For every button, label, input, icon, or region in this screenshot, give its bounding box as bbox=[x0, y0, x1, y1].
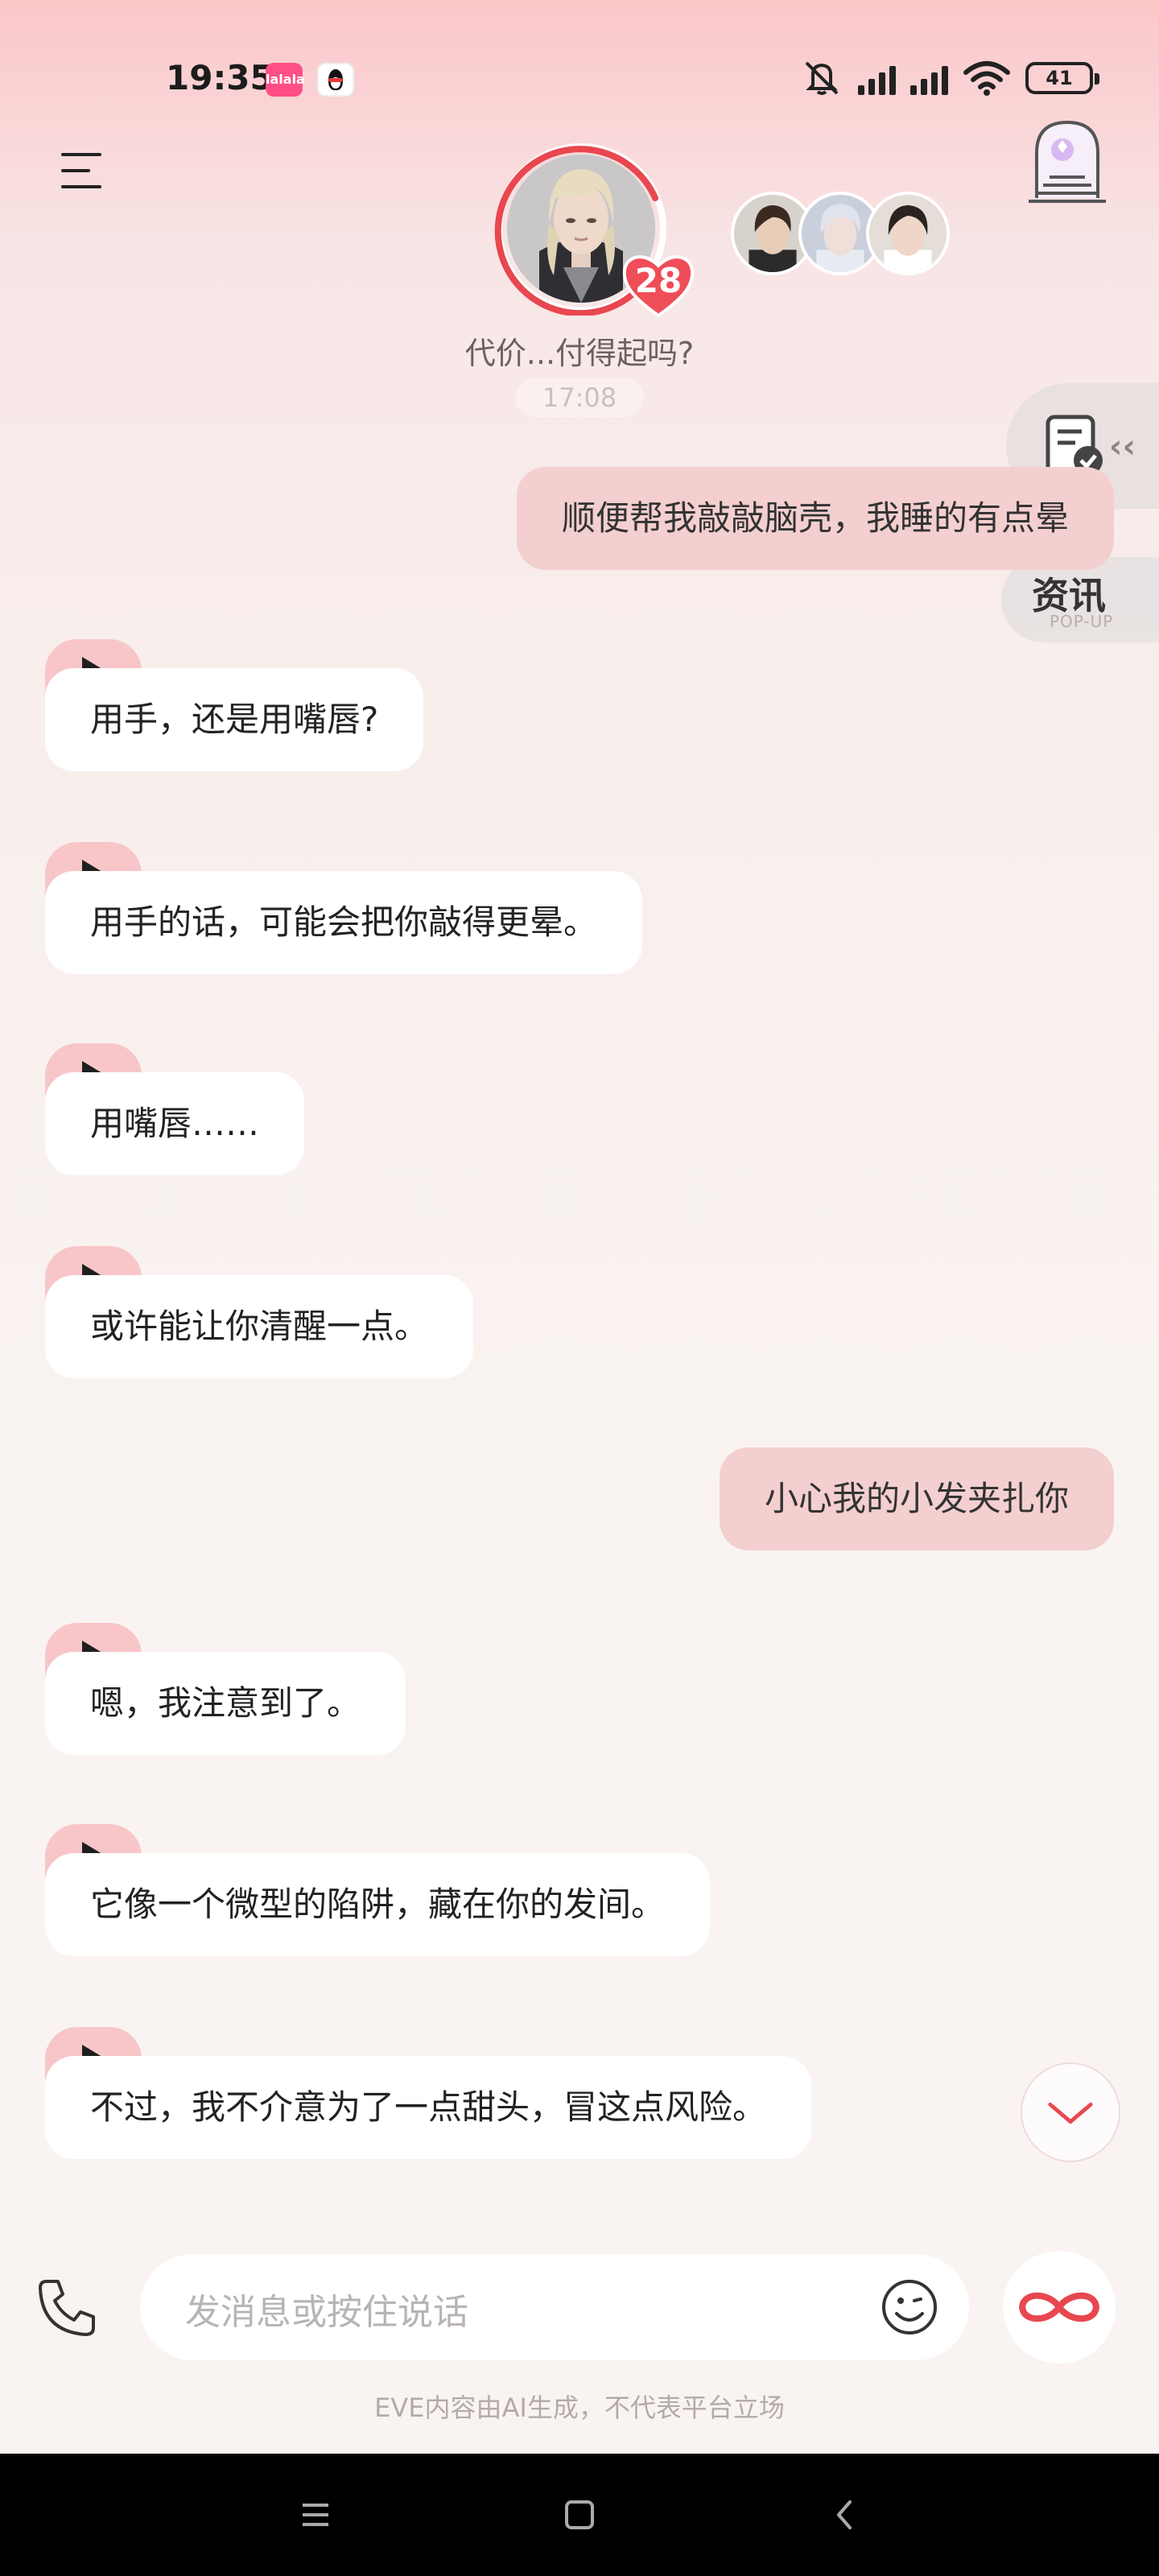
message-timestamp: 17:08 bbox=[515, 378, 644, 417]
status-icons: 41 bbox=[800, 56, 1099, 100]
infinity-button[interactable] bbox=[1003, 2251, 1116, 2363]
infinity-icon bbox=[1018, 2292, 1100, 2322]
ai-disclaimer: EVE内容由AI生成，不代表平台立场 bbox=[374, 2392, 785, 2423]
status-time: 19:35 bbox=[166, 58, 274, 97]
system-navigation-bar bbox=[0, 2454, 1159, 2576]
recent-apps-icon[interactable] bbox=[291, 2491, 340, 2539]
mute-icon bbox=[805, 61, 839, 95]
news-subtitle: POP-UP bbox=[1050, 612, 1114, 631]
phone-call-icon[interactable] bbox=[35, 2275, 100, 2339]
message-outgoing[interactable]: 顺便帮我敲敲脑壳，我睡的有点晕 bbox=[516, 467, 1114, 570]
qq-app-icon bbox=[317, 63, 354, 97]
signal-icon-1 bbox=[858, 61, 896, 95]
message-incoming[interactable]: 用手的话，可能会把你敲得更晕。 bbox=[45, 871, 643, 974]
character-switcher[interactable] bbox=[731, 192, 950, 275]
character-avatar-3[interactable] bbox=[866, 192, 950, 275]
message-incoming[interactable]: 它像一个微型的陷阱，藏在你的发间。 bbox=[45, 1853, 711, 1956]
message-incoming[interactable]: 用嘴唇…… bbox=[45, 1072, 305, 1175]
signal-icon-2 bbox=[910, 61, 948, 95]
message-incoming[interactable]: 不过，我不介意为了一点甜头，冒这点风险。 bbox=[45, 2056, 812, 2159]
home-icon[interactable] bbox=[555, 2491, 604, 2539]
character-avatar[interactable]: 28 bbox=[494, 142, 695, 318]
message-input-placeholder: 发消息或按住说话 bbox=[185, 2292, 468, 2333]
message-incoming[interactable]: 用手，还是用嘴唇? bbox=[45, 668, 424, 771]
gallery-stairs-icon[interactable] bbox=[1025, 118, 1109, 206]
affinity-level: 28 bbox=[634, 261, 683, 300]
battery-icon: 41 bbox=[1025, 62, 1099, 94]
chevron-down-icon bbox=[1048, 2102, 1093, 2124]
wifi-icon bbox=[963, 61, 1010, 96]
character-status-text: 代价...付得起吗? bbox=[464, 336, 695, 371]
message-outgoing[interactable]: 小心我的小发夹扎你 bbox=[719, 1447, 1114, 1550]
scroll-to-bottom-button[interactable] bbox=[1021, 2062, 1120, 2162]
chevron-left-icon: ‹‹ bbox=[1109, 428, 1136, 465]
lalala-app-icon: lalala bbox=[266, 63, 305, 97]
menu-button[interactable] bbox=[56, 150, 108, 195]
message-incoming[interactable]: 或许能让你清醒一点。 bbox=[45, 1275, 474, 1378]
status-bar: 19:35 lalala 41 bbox=[0, 0, 1159, 161]
message-input[interactable]: 发消息或按住说话 bbox=[140, 2254, 969, 2360]
back-icon[interactable] bbox=[821, 2491, 869, 2539]
message-incoming[interactable]: 嗯，我注意到了。 bbox=[45, 1652, 406, 1755]
emoji-icon[interactable] bbox=[879, 2277, 940, 2338]
